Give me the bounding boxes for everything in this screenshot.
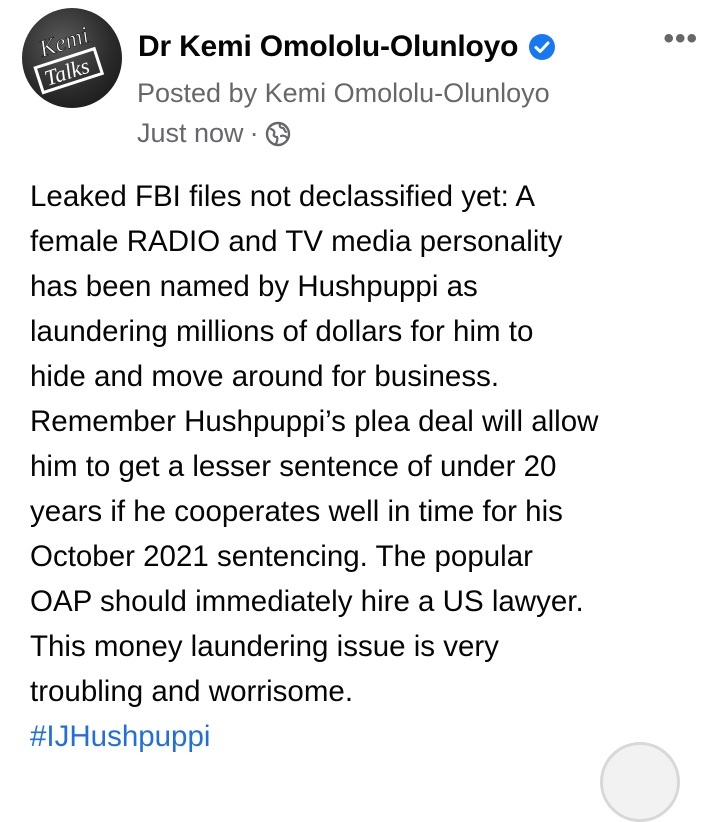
verified-badge-icon <box>528 33 556 61</box>
post-line: OAP should immediately hire a US lawyer. <box>30 585 584 618</box>
timestamp[interactable]: Just now <box>137 118 244 149</box>
post-line: Leaked FBI files not declassified yet: A <box>30 180 536 213</box>
post-line: him to get a lesser sentence of under 20 <box>30 450 557 483</box>
post-line: female RADIO and TV media personality <box>30 225 563 258</box>
author-row: Dr Kemi Omololu-Olunloyo <box>138 27 556 67</box>
posted-by-text[interactable]: Posted by Kemi Omololu-Olunloyo <box>137 78 550 109</box>
globe-icon[interactable] <box>265 121 291 147</box>
author-name[interactable]: Dr Kemi Omololu-Olunloyo <box>138 30 518 64</box>
meta-separator: · <box>249 118 259 148</box>
post-meta: Just now · <box>137 118 291 149</box>
post-line: troubling and worrisome. <box>30 675 354 708</box>
avatar-logo: Kemi Talks <box>33 22 105 95</box>
post-line: hide and move around for business. <box>30 360 500 393</box>
post-line: years if he cooperates well in time for … <box>30 495 563 528</box>
post-line: October 2021 sentencing. The popular <box>30 540 533 573</box>
post-line: laundering millions of dollars for him t… <box>30 315 534 348</box>
profile-avatar[interactable]: Kemi Talks <box>22 8 122 108</box>
partial-image-thumbnail <box>600 742 680 822</box>
post-text: Leaked FBI files not declassified yet: A… <box>30 174 702 759</box>
post-line: This money laundering issue is very <box>30 630 499 663</box>
post-line: Remember Hushpuppi’s plea deal will allo… <box>30 405 599 438</box>
post-card: Kemi Talks Dr Kemi Omololu-Olunloyo ••• … <box>0 0 720 822</box>
more-options-button[interactable]: ••• <box>663 24 698 54</box>
hashtag-link[interactable]: #IJHushpuppi <box>30 714 702 759</box>
post-line: has been named by Hushpuppi as <box>30 270 478 303</box>
